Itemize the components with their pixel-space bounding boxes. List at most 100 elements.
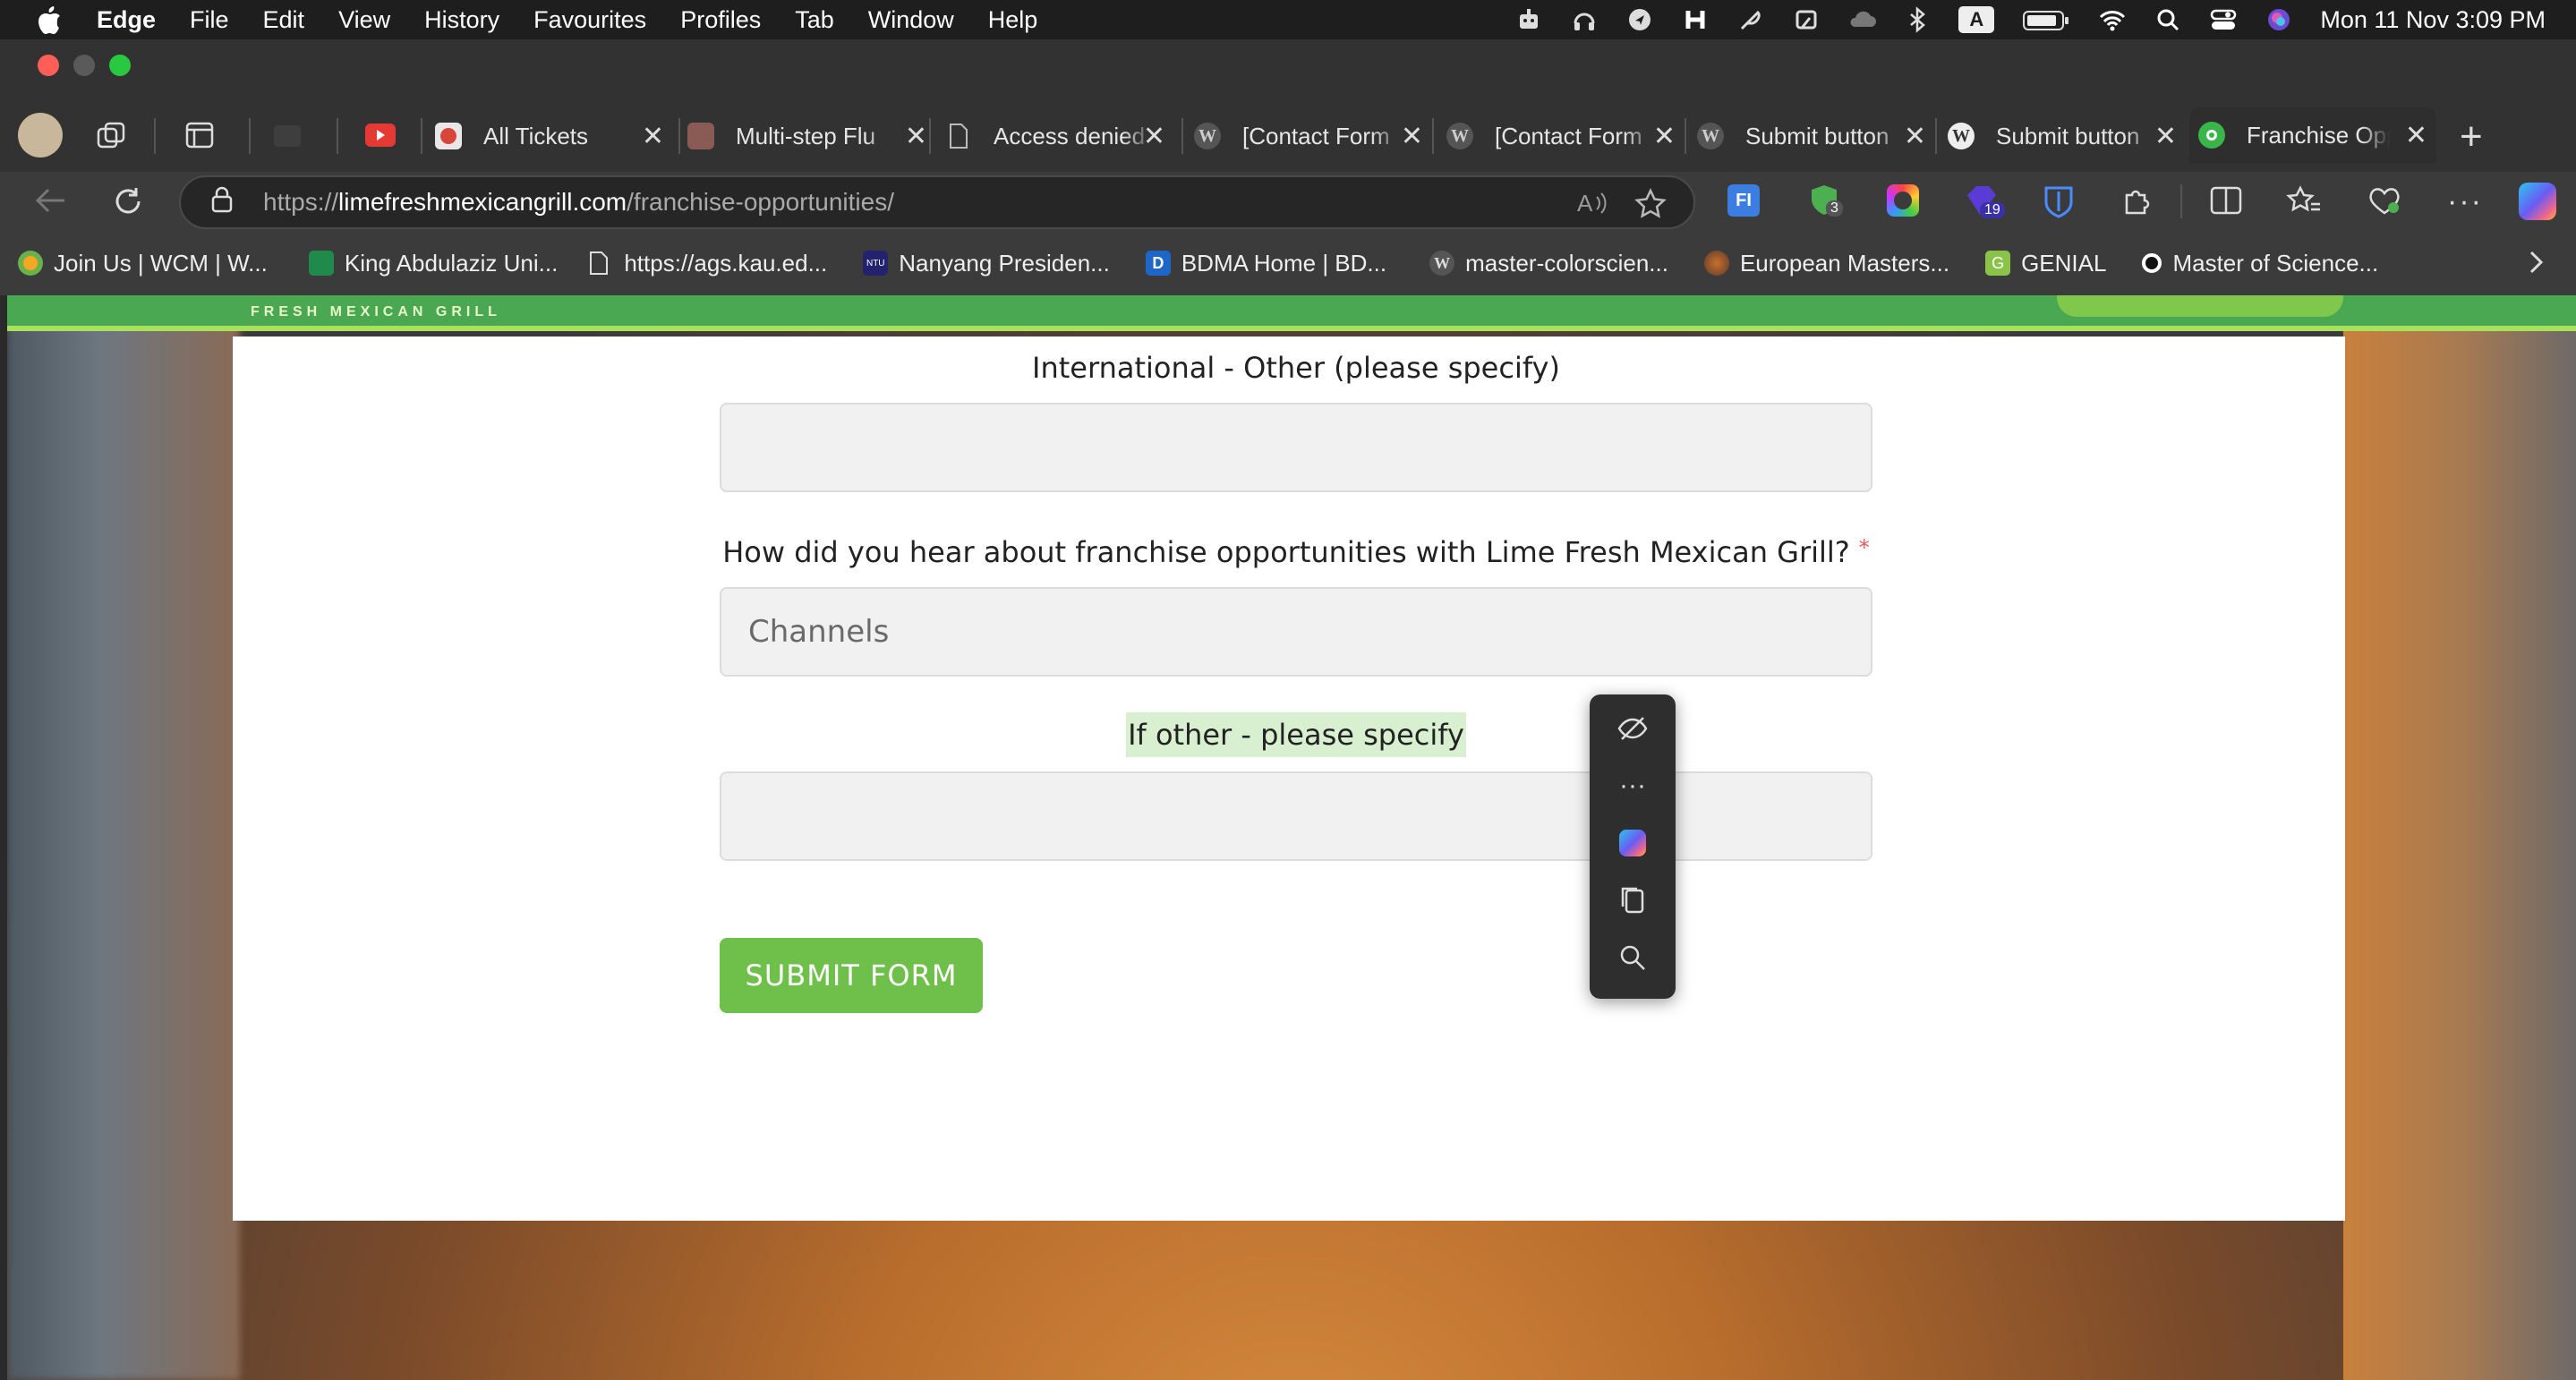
bookmark-item[interactable]: https://ags.kau.ed... [588, 250, 827, 277]
headphones-icon[interactable] [1570, 5, 1599, 34]
extensions-puzzle-icon[interactable] [2121, 184, 2154, 221]
wordpress-favicon-icon: W [1194, 123, 1221, 149]
workspaces-icon[interactable] [95, 120, 127, 157]
bookmark-item[interactable]: European Masters... [1703, 250, 1949, 277]
close-tab-icon[interactable]: ✕ [642, 121, 664, 152]
tab-all-tickets[interactable]: All Tickets ✕ [435, 111, 664, 161]
menu-favourites[interactable]: Favourites [533, 6, 646, 34]
bookmark-item[interactable]: Wmaster-colorscien... [1429, 250, 1668, 277]
close-tab-icon[interactable]: ✕ [1143, 121, 1165, 152]
profile-avatar[interactable] [18, 113, 63, 158]
extension-shield-icon[interactable]: 3 [1808, 183, 1844, 223]
channels-select[interactable]: Channels [720, 587, 1872, 677]
tab-multi-step[interactable]: Multi-step Flu ✕ [687, 111, 927, 161]
close-window-button[interactable] [38, 55, 59, 76]
copilot-mini-icon[interactable] [1611, 822, 1654, 865]
other-specify-input[interactable] [720, 771, 1872, 861]
bluetooth-icon[interactable] [1903, 5, 1932, 34]
tab-contact-form-2[interactable]: W [Contact Form ✕ [1446, 111, 1676, 161]
url-host: limefreshmexicangrill.com [338, 188, 627, 216]
split-screen-icon[interactable] [2209, 184, 2243, 221]
menubar-clock[interactable]: Mon 11 Nov 3:09 PM [2320, 6, 2546, 34]
menu-profiles[interactable]: Profiles [680, 6, 761, 34]
close-tab-icon[interactable]: ✕ [1401, 121, 1423, 152]
cloud-icon[interactable] [1847, 5, 1877, 34]
international-other-input[interactable] [720, 403, 1872, 492]
tab-submit-button-2[interactable]: W Submit button ✕ [1948, 111, 2177, 161]
address-bar[interactable]: https://limefreshmexicangrill.com/franch… [179, 175, 1695, 229]
bookmark-favicon-icon [1703, 251, 1729, 276]
extension-gem-icon[interactable]: 19 [1964, 183, 2005, 223]
menu-app-edge[interactable]: Edge [97, 6, 156, 34]
menu-history[interactable]: History [424, 6, 499, 34]
site-logo-text[interactable]: FRESH MEXICAN GRILL [251, 304, 501, 320]
pinned-tab-blank-icon[interactable] [274, 125, 301, 147]
extension-fi-icon[interactable]: FI [1727, 184, 1760, 217]
bookmark-item[interactable]: Master of Science... [2142, 250, 2378, 277]
apple-menu-icon[interactable] [36, 4, 66, 35]
menu-window[interactable]: Window [868, 6, 954, 34]
robot-icon[interactable] [1514, 5, 1543, 34]
tab-label: Access denied [994, 122, 1146, 149]
new-tab-plus-icon[interactable]: + [2460, 115, 2483, 159]
extension-bitwarden-icon[interactable] [2043, 184, 2075, 223]
search-icon[interactable] [1611, 936, 1654, 979]
more-actions-icon[interactable]: ··· [1611, 764, 1654, 807]
close-tab-icon[interactable]: ✕ [905, 121, 927, 152]
spotlight-search-icon[interactable] [2154, 5, 2182, 34]
bookmarks-overflow-chevron-icon[interactable] [2528, 249, 2546, 282]
extension-color-ring-icon[interactable] [1887, 184, 1919, 217]
screenshot-tool-icon[interactable] [1792, 5, 1821, 34]
hide-menu-eye-slash-icon[interactable] [1611, 707, 1654, 750]
control-center-icon[interactable] [2209, 5, 2238, 34]
back-arrow-icon[interactable] [32, 184, 68, 221]
more-options-icon[interactable]: ··· [2447, 184, 2483, 219]
tab-actions-icon[interactable] [184, 120, 215, 155]
input-source-icon[interactable]: A [1958, 6, 1995, 33]
tab-submit-button-1[interactable]: W Submit button ✕ [1697, 111, 1926, 161]
siri-icon[interactable] [2265, 5, 2293, 34]
menu-edit[interactable]: Edit [263, 6, 305, 34]
ntu-favicon-icon: NTU [863, 251, 889, 276]
submit-form-button[interactable]: SUBMIT FORM [720, 938, 983, 1013]
favourite-star-icon[interactable] [1634, 188, 1667, 225]
bookmark-label: GENIAL [2021, 249, 2107, 277]
bookmark-item[interactable]: King Abdulaziz Uni... [308, 250, 558, 277]
lock-icon[interactable] [209, 185, 235, 220]
extension-badge: 3 [1826, 200, 1843, 217]
menu-view[interactable]: View [338, 6, 390, 34]
zoom-window-button[interactable] [109, 55, 131, 76]
close-tab-icon[interactable]: ✕ [2405, 120, 2427, 151]
bookmark-item[interactable]: NTU Nanyang Presiden... [863, 250, 1110, 277]
youtube-pinned-tab-icon[interactable] [365, 124, 396, 147]
menu-tab[interactable]: Tab [795, 6, 834, 34]
refresh-icon[interactable] [111, 184, 145, 223]
bookmark-item[interactable]: D BDMA Home | BD... [1145, 250, 1386, 277]
close-tab-icon[interactable]: ✕ [1904, 121, 1926, 152]
tab-contact-form-1[interactable]: W [Contact Form ✕ [1194, 111, 1423, 161]
navigation-icon[interactable] [1625, 5, 1654, 34]
copilot-icon[interactable] [2519, 183, 2556, 220]
copy-icon[interactable] [1611, 879, 1654, 922]
header-cta-button[interactable] [2057, 295, 2343, 317]
bookmark-item[interactable]: Join Us | WCM | W... [18, 250, 268, 277]
wordpress-favicon-icon: W [1429, 251, 1455, 276]
favourites-icon[interactable] [2286, 184, 2322, 221]
menu-help[interactable]: Help [988, 6, 1038, 34]
required-asterisk: * [1858, 535, 1870, 560]
read-aloud-icon[interactable]: A [1575, 188, 1609, 225]
tab-access-denied[interactable]: Access denied ✕ [945, 111, 1165, 161]
minimize-window-button[interactable] [73, 55, 95, 76]
tab-franchise-opportunities[interactable]: Franchise Opp ✕ [2189, 107, 2436, 163]
browser-essentials-icon[interactable] [2367, 184, 2402, 221]
battery-icon[interactable] [2021, 5, 2071, 34]
menu-file[interactable]: File [190, 6, 229, 34]
close-tab-icon[interactable]: ✕ [1653, 121, 1676, 152]
h-app-icon[interactable] [1681, 5, 1710, 34]
close-tab-icon[interactable]: ✕ [2154, 121, 2177, 152]
bookmark-item[interactable]: G GENIAL [1985, 250, 2106, 277]
tab-label: All Tickets [483, 122, 589, 149]
feather-icon[interactable] [1736, 5, 1765, 34]
lime-favicon-icon [2198, 122, 2225, 149]
wifi-icon[interactable] [2098, 5, 2127, 34]
